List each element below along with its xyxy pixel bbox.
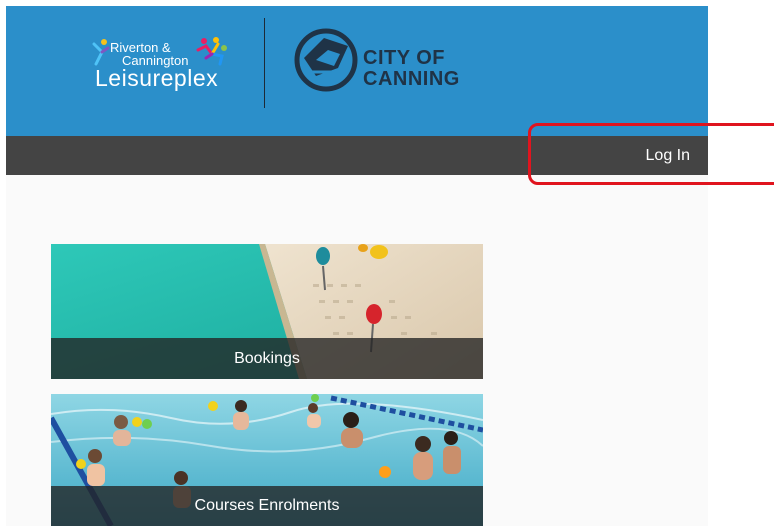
site-header: Riverton & Cannington Leisureplex CITY O… (6, 6, 708, 136)
login-link[interactable]: Log In (646, 136, 690, 175)
bookings-caption: Bookings (51, 338, 483, 379)
people-figures-icon (196, 37, 227, 66)
logo-divider (264, 18, 265, 108)
bookings-tile[interactable]: Bookings (51, 244, 483, 379)
leisureplex-logo[interactable]: Riverton & Cannington Leisureplex (88, 30, 238, 100)
person-figure-icon (92, 39, 110, 66)
canning-text-line2: CANNING (363, 68, 460, 90)
main-content: Bookings Courses Enrolments (6, 175, 708, 526)
city-of-canning-emblem-icon[interactable] (294, 28, 358, 92)
canning-text-line1: CITY OF (363, 47, 446, 69)
courses-enrolments-tile[interactable]: Courses Enrolments (51, 394, 483, 526)
logo-text-line3: Leisureplex (95, 65, 219, 91)
courses-enrolments-caption: Courses Enrolments (51, 486, 483, 526)
nav-bar: Log In (6, 136, 708, 175)
